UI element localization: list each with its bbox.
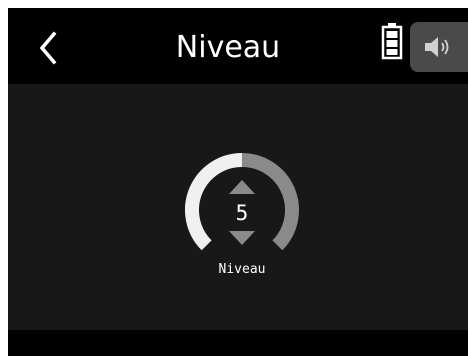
page-title: Niveau (175, 30, 281, 65)
back-button[interactable] (30, 28, 64, 68)
speaker-button[interactable] (410, 22, 468, 72)
speaker-icon (425, 37, 449, 57)
increase-arrow-icon[interactable] (228, 179, 256, 195)
level-label: Niveau (218, 262, 266, 277)
level-value: 5 (235, 201, 249, 225)
battery-icon (381, 22, 403, 60)
device-frame: Niveau 5 Niveau (0, 0, 468, 356)
footer-bar (8, 330, 468, 356)
decrease-arrow-icon[interactable] (228, 230, 256, 246)
content-area: 5 Niveau (8, 84, 468, 330)
chevron-left-icon (39, 31, 57, 65)
screen: Niveau 5 Niveau (8, 8, 468, 356)
header-bar: Niveau (8, 8, 468, 84)
